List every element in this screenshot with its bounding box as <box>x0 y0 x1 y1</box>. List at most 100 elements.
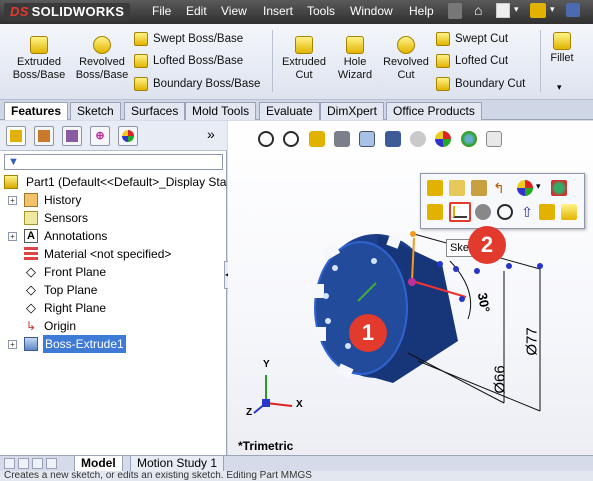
tab-sketch[interactable]: Sketch <box>70 102 121 120</box>
boundary-boss-button[interactable]: Boundary Boss/Base <box>134 75 260 93</box>
color-palette-icon[interactable] <box>551 180 567 196</box>
undo-arrow-icon[interactable]: ↰ <box>493 180 509 196</box>
plane-icon: ◇ <box>26 264 36 279</box>
dimension-angle-30[interactable]: 30° <box>475 292 493 314</box>
plane-icon: ◇ <box>26 300 36 315</box>
context-toolbar: ↰ ▾ ⇧ <box>420 173 585 229</box>
tree-item-label: Sensors <box>44 211 89 225</box>
menu-file[interactable]: File <box>152 4 171 18</box>
reference-triad <box>253 375 293 414</box>
dropdown-arrow-icon[interactable]: ▾ <box>550 4 555 15</box>
menu-window[interactable]: Window <box>350 4 393 18</box>
plane-icon: ◇ <box>26 282 36 297</box>
property-manager-tab-icon[interactable] <box>34 126 54 146</box>
menu-edit[interactable]: Edit <box>186 4 207 18</box>
dimension-diameter-66[interactable]: Ø66 <box>492 365 509 393</box>
tab-office-products[interactable]: Office Products <box>386 102 482 120</box>
revolved-cut-button[interactable]: Revolved Cut <box>380 36 432 82</box>
step-callout-2: 2 <box>468 226 506 264</box>
extruded-boss-button[interactable]: Extruded Boss/Base <box>10 36 68 82</box>
tree-root-part[interactable]: Part1 (Default<<Default>_Display Sta <box>0 173 227 191</box>
expand-icon[interactable]: + <box>8 232 17 241</box>
lofted-boss-button[interactable]: Lofted Boss/Base <box>134 52 243 70</box>
swept-boss-button[interactable]: Swept Boss/Base <box>134 30 243 48</box>
save-icon[interactable] <box>566 3 580 17</box>
home-icon[interactable]: ⌂ <box>474 2 482 18</box>
dimension-diameter-77[interactable]: Ø77 <box>524 327 541 355</box>
lofted-cut-icon <box>436 53 450 68</box>
lofted-boss-icon <box>134 53 148 68</box>
dropdown-arrow-icon[interactable]: ▾ <box>514 4 519 15</box>
edit-feature-icon[interactable] <box>427 180 443 196</box>
boss-extrude-model[interactable] <box>312 233 467 383</box>
fillet-label: Fillet <box>550 52 574 64</box>
tab-mold-tools[interactable]: Mold Tools <box>185 102 257 120</box>
sketch-button[interactable] <box>449 202 471 222</box>
extrude-feature-icon <box>24 337 38 351</box>
title-bar: DS SOLIDWORKS File Edit View Insert Tools… <box>0 0 593 24</box>
tab-dimxpert[interactable]: DimXpert <box>320 102 385 120</box>
lofted-cut-label: Lofted Cut <box>455 55 509 67</box>
tab-motion-study-1[interactable]: Motion Study 1 <box>130 456 225 472</box>
fillet-button[interactable]: Fillet <box>545 32 579 65</box>
menu-help[interactable]: Help <box>409 4 434 18</box>
tree-root-label: Part1 (Default<<Default>_Display Sta <box>26 175 227 189</box>
feature-tree-icon <box>10 130 22 142</box>
dimxpert-manager-tab-icon[interactable]: ⊕ <box>90 126 110 146</box>
last-tab-arrow-icon[interactable] <box>46 458 57 469</box>
feature-manager-tab-icon[interactable] <box>6 126 26 146</box>
menu-insert[interactable]: Insert <box>263 4 293 18</box>
expand-icon[interactable]: + <box>8 196 17 205</box>
revolved-cut-icon <box>397 36 415 54</box>
part-icon <box>4 175 18 189</box>
solidworks-logo[interactable]: DS SOLIDWORKS <box>4 3 130 21</box>
new-document-icon[interactable] <box>496 3 510 18</box>
extruded-cut-label: Extruded Cut <box>281 56 327 81</box>
zoom-to-selection-icon[interactable] <box>497 204 513 220</box>
normal-to-icon[interactable]: ⇧ <box>519 204 535 220</box>
menu-tools[interactable]: Tools <box>307 4 335 18</box>
tree-filter-input[interactable]: ▼ <box>4 154 223 170</box>
appearance-icon[interactable] <box>517 180 533 196</box>
first-tab-arrow-icon[interactable] <box>4 458 15 469</box>
fillet-dropdown-arrow-icon[interactable]: ▾ <box>557 82 562 93</box>
open-folder-icon[interactable] <box>530 3 546 18</box>
tab-surfaces[interactable]: Surfaces <box>124 102 186 120</box>
boundary-cut-icon <box>436 76 450 91</box>
revolved-boss-icon <box>93 36 111 54</box>
menu-view[interactable]: View <box>221 4 247 18</box>
extruded-cut-button[interactable]: Extruded Cut <box>278 36 330 82</box>
view-orientation-label: *Trimetric <box>238 439 294 453</box>
select-icon[interactable] <box>427 204 443 220</box>
tree-item-label: Top Plane <box>44 283 98 297</box>
boundary-cut-label: Boundary Cut <box>455 78 526 90</box>
panel-tab-strip: ⊕ » <box>0 121 227 151</box>
pin-icon[interactable] <box>448 3 462 19</box>
ds-logo-mark: DS <box>10 4 29 19</box>
tab-evaluate[interactable]: Evaluate <box>259 102 320 120</box>
tab-model[interactable]: Model <box>74 456 123 472</box>
swept-cut-button[interactable]: Swept Cut <box>436 30 508 48</box>
tab-features[interactable]: Features <box>4 102 69 120</box>
expand-icon[interactable]: + <box>8 340 17 349</box>
hide-icon[interactable] <box>475 204 491 220</box>
insert-feature-icon[interactable] <box>561 204 577 220</box>
edit-sketch-icon[interactable] <box>449 180 465 196</box>
extruded-cut-icon <box>295 36 313 54</box>
annotations-icon: A <box>24 229 38 243</box>
hole-wizard-button[interactable]: Hole Wizard <box>334 36 376 82</box>
next-tab-arrow-icon[interactable] <box>32 458 43 469</box>
lofted-cut-button[interactable]: Lofted Cut <box>436 52 508 70</box>
configuration-manager-tab-icon[interactable] <box>62 126 82 146</box>
rollback-icon[interactable] <box>471 180 487 196</box>
boundary-cut-button[interactable]: Boundary Cut <box>436 75 525 93</box>
display-manager-tab-icon[interactable] <box>118 126 138 146</box>
expand-panel-icon[interactable]: » <box>207 126 215 142</box>
graphics-area[interactable]: Y X Z 30° Ø77 Ø66 ↰ ▾ ⇧ Ske 2 1 *Trimetr… <box>228 121 593 455</box>
revolved-boss-button[interactable]: Revolved Boss/Base <box>72 36 132 82</box>
status-bar: Creates a new sketch, or edits an existi… <box>0 471 593 481</box>
show-icon[interactable] <box>539 204 555 220</box>
configuration-icon <box>66 130 78 142</box>
prev-tab-arrow-icon[interactable] <box>18 458 29 469</box>
dropdown-arrow-icon[interactable]: ▾ <box>536 181 541 192</box>
